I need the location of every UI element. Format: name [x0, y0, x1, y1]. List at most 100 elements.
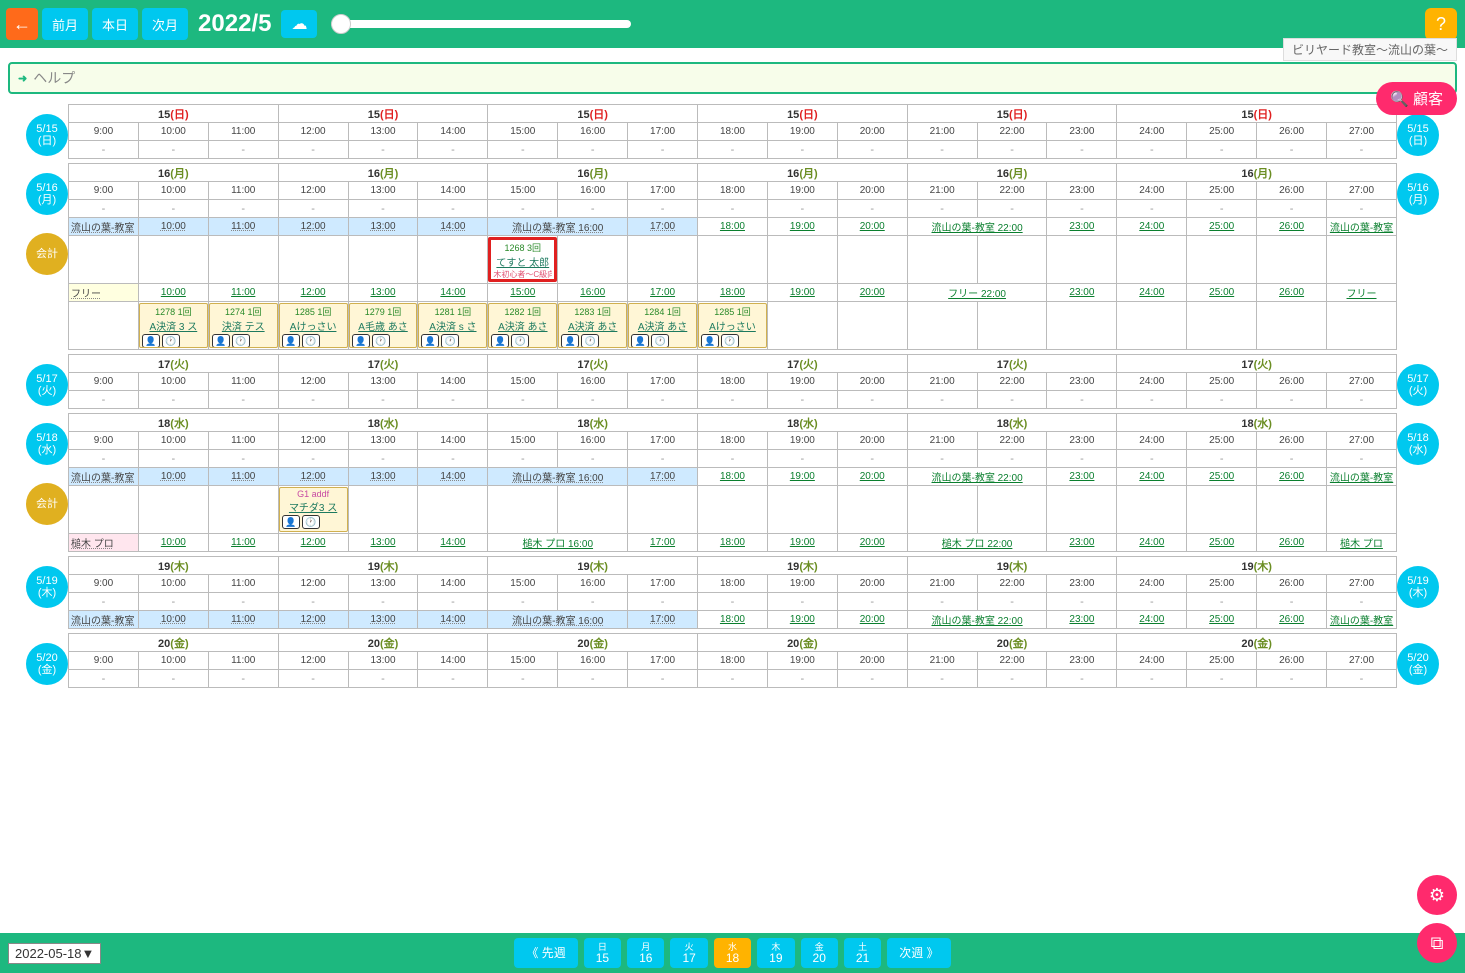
- room-time-cell[interactable]: 10:00: [138, 468, 208, 486]
- room-time-cell[interactable]: 19:00: [767, 468, 837, 486]
- room-label[interactable]: 流山の葉-教室: [69, 218, 139, 236]
- kaikei-badge-d18[interactable]: 会計: [26, 483, 68, 525]
- room-time-cell[interactable]: 10:00: [138, 611, 208, 629]
- person-icon[interactable]: 👤: [142, 334, 160, 348]
- appt-name[interactable]: Aけっさい: [701, 318, 764, 333]
- room-time-cell[interactable]: 13:00: [348, 468, 418, 486]
- room-time-cell[interactable]: 11:00: [208, 468, 278, 486]
- person-icon[interactable]: 👤: [491, 334, 509, 348]
- footer-day-20[interactable]: 金20: [801, 938, 838, 968]
- room-time-cell[interactable]: 25:00: [1187, 468, 1257, 486]
- clock-icon[interactable]: 🕐: [302, 515, 320, 529]
- slot-cell[interactable]: [1117, 236, 1187, 284]
- slot-cell[interactable]: [767, 486, 837, 534]
- room-time-cell[interactable]: 25:00: [1187, 611, 1257, 629]
- appointment[interactable]: 1283 1回A決済 あさ👤🕐: [558, 303, 627, 348]
- slot-cell[interactable]: [208, 486, 278, 534]
- room-label[interactable]: 流山の葉-教室: [69, 468, 139, 486]
- room-time-cell[interactable]: 25:00: [1187, 284, 1257, 302]
- slot-cell[interactable]: [628, 236, 698, 284]
- appt-name[interactable]: てすと 太郎: [493, 254, 552, 269]
- person-icon[interactable]: 👤: [493, 281, 511, 282]
- room-time-cell[interactable]: 18:00: [698, 611, 768, 629]
- slot-cell[interactable]: [1327, 486, 1397, 534]
- customer-button[interactable]: 🔍 顧客: [1376, 82, 1457, 115]
- settings-fab[interactable]: ⚙: [1417, 875, 1457, 915]
- slot-cell[interactable]: [418, 486, 488, 534]
- appt-name[interactable]: Aけっさい: [282, 318, 345, 333]
- appt-name[interactable]: A決済 あさ: [631, 318, 694, 333]
- room-time-cell[interactable]: 11:00: [208, 611, 278, 629]
- room-time-cell[interactable]: 20:00: [837, 468, 907, 486]
- side-badge-left-d16[interactable]: 5/16(月): [26, 173, 68, 215]
- appointment[interactable]: 1285 1回Aけっさい👤🕐: [698, 303, 767, 348]
- room-time-cell[interactable]: 12:00: [278, 284, 348, 302]
- room-time-cell[interactable]: 24:00: [1117, 218, 1187, 236]
- slider-knob[interactable]: [331, 14, 351, 34]
- slot-cell[interactable]: [767, 302, 837, 350]
- room-time-cell[interactable]: 24:00: [1117, 534, 1187, 552]
- room-time-cell[interactable]: 19:00: [767, 218, 837, 236]
- room-time-cell[interactable]: 流山の葉-教室: [1327, 468, 1397, 486]
- room-label[interactable]: 流山の葉-教室: [69, 611, 139, 629]
- next-week-button[interactable]: 次週 》: [887, 938, 950, 968]
- appt-name[interactable]: A決済 s さ: [421, 318, 484, 333]
- side-badge-right-d19[interactable]: 5/19(木): [1397, 566, 1439, 608]
- side-badge-right-d16[interactable]: 5/16(月): [1397, 173, 1439, 215]
- clock-icon[interactable]: 🕐: [651, 334, 669, 348]
- room-time-cell[interactable]: 11:00: [208, 218, 278, 236]
- side-badge-right-d20[interactable]: 5/20(金): [1397, 643, 1439, 685]
- room-time-cell[interactable]: 13:00: [348, 611, 418, 629]
- slot-cell[interactable]: [348, 236, 418, 284]
- appointment[interactable]: 1268 3回てすと 太郎木初心者～C級向け体験レ👤🕐: [488, 237, 557, 282]
- clock-icon[interactable]: 🕐: [302, 334, 320, 348]
- slot-cell[interactable]: 1284 1回A決済 あさ👤🕐: [628, 302, 698, 350]
- room-time-cell[interactable]: 26:00: [1257, 468, 1327, 486]
- footer-day-21[interactable]: 土21: [844, 938, 881, 968]
- slot-cell[interactable]: [1047, 486, 1117, 534]
- room-time-cell[interactable]: 20:00: [837, 534, 907, 552]
- slot-cell[interactable]: [977, 302, 1047, 350]
- room-time-cell[interactable]: 槌木 プロ 22:00: [907, 534, 1047, 552]
- person-icon[interactable]: 👤: [282, 334, 300, 348]
- room-time-cell[interactable]: 11:00: [208, 284, 278, 302]
- side-badge-right-d15[interactable]: 5/15(日): [1397, 114, 1439, 156]
- slot-cell[interactable]: [1257, 486, 1327, 534]
- room-time-cell[interactable]: 流山の葉-教室 22:00: [907, 468, 1047, 486]
- room-time-cell[interactable]: 26:00: [1257, 534, 1327, 552]
- appointment[interactable]: 1278 1回A決済 3 ス👤🕐: [139, 303, 208, 348]
- appointment[interactable]: 1279 1回A毛歳 あさ👤🕐: [349, 303, 418, 348]
- appt-name[interactable]: 決済 テス: [212, 318, 275, 333]
- room-time-cell[interactable]: 11:00: [208, 534, 278, 552]
- slot-cell[interactable]: [698, 236, 768, 284]
- room-time-cell[interactable]: 15:00: [488, 284, 558, 302]
- next-month-button[interactable]: 次月: [142, 8, 188, 40]
- footer-date-input[interactable]: 2022-05-18▼: [8, 943, 101, 964]
- room-time-cell[interactable]: 12:00: [278, 534, 348, 552]
- room-time-cell[interactable]: 14:00: [418, 468, 488, 486]
- slot-cell[interactable]: 1285 1回Aけっさい👤🕐: [698, 302, 768, 350]
- room-time-cell[interactable]: 流山の葉-教室 16:00: [488, 611, 628, 629]
- slot-cell[interactable]: [1187, 486, 1257, 534]
- slot-cell[interactable]: [1257, 302, 1327, 350]
- clock-icon[interactable]: 🕐: [721, 334, 739, 348]
- side-badge-left-d17[interactable]: 5/17(火): [26, 364, 68, 406]
- prev-month-button[interactable]: 前月: [42, 8, 88, 40]
- slot-cell[interactable]: [628, 486, 698, 534]
- person-icon[interactable]: 👤: [212, 334, 230, 348]
- person-icon[interactable]: 👤: [561, 334, 579, 348]
- slot-cell[interactable]: [558, 486, 628, 534]
- clock-icon[interactable]: 🕐: [511, 334, 529, 348]
- room-time-cell[interactable]: 26:00: [1257, 611, 1327, 629]
- room-time-cell[interactable]: 流山の葉-教室 16:00: [488, 468, 628, 486]
- slot-cell[interactable]: [348, 486, 418, 534]
- slot-cell[interactable]: [1187, 236, 1257, 284]
- side-badge-left-d15[interactable]: 5/15(日): [26, 114, 68, 156]
- footer-day-15[interactable]: 日15: [584, 938, 621, 968]
- room-time-cell[interactable]: 17:00: [628, 284, 698, 302]
- room-time-cell[interactable]: 25:00: [1187, 218, 1257, 236]
- slot-cell[interactable]: 1285 1回Aけっさい👤🕐: [278, 302, 348, 350]
- appointment[interactable]: 1285 1回Aけっさい👤🕐: [279, 303, 348, 348]
- zoom-slider[interactable]: [331, 20, 631, 28]
- appt-name[interactable]: マチダ3 ス: [282, 499, 345, 514]
